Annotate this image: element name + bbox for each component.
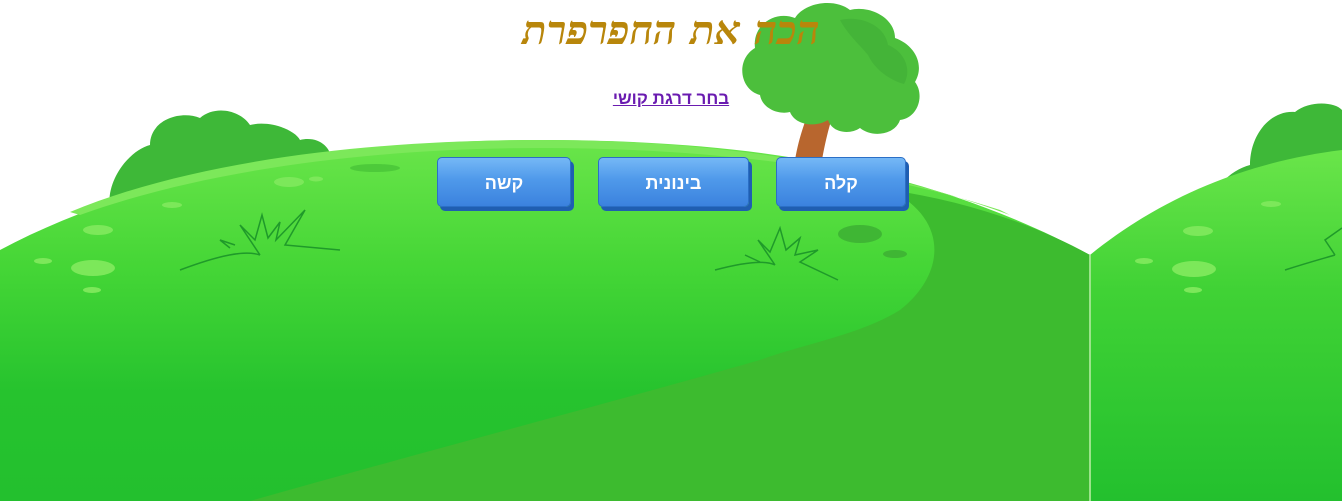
difficulty-medium-button[interactable]: בינונית [598, 157, 749, 207]
difficulty-easy-button[interactable]: קלה [776, 157, 906, 207]
game-scene: הכה את החפרפרת בחר דרגת קושי קשה בינונית… [0, 0, 1342, 501]
difficulty-hard-button[interactable]: קשה [437, 157, 571, 207]
hill-background [0, 3, 1342, 501]
game-title: הכה את החפרפרת [522, 7, 820, 54]
choose-difficulty-link[interactable]: בחר דרגת קושי [0, 88, 1342, 110]
